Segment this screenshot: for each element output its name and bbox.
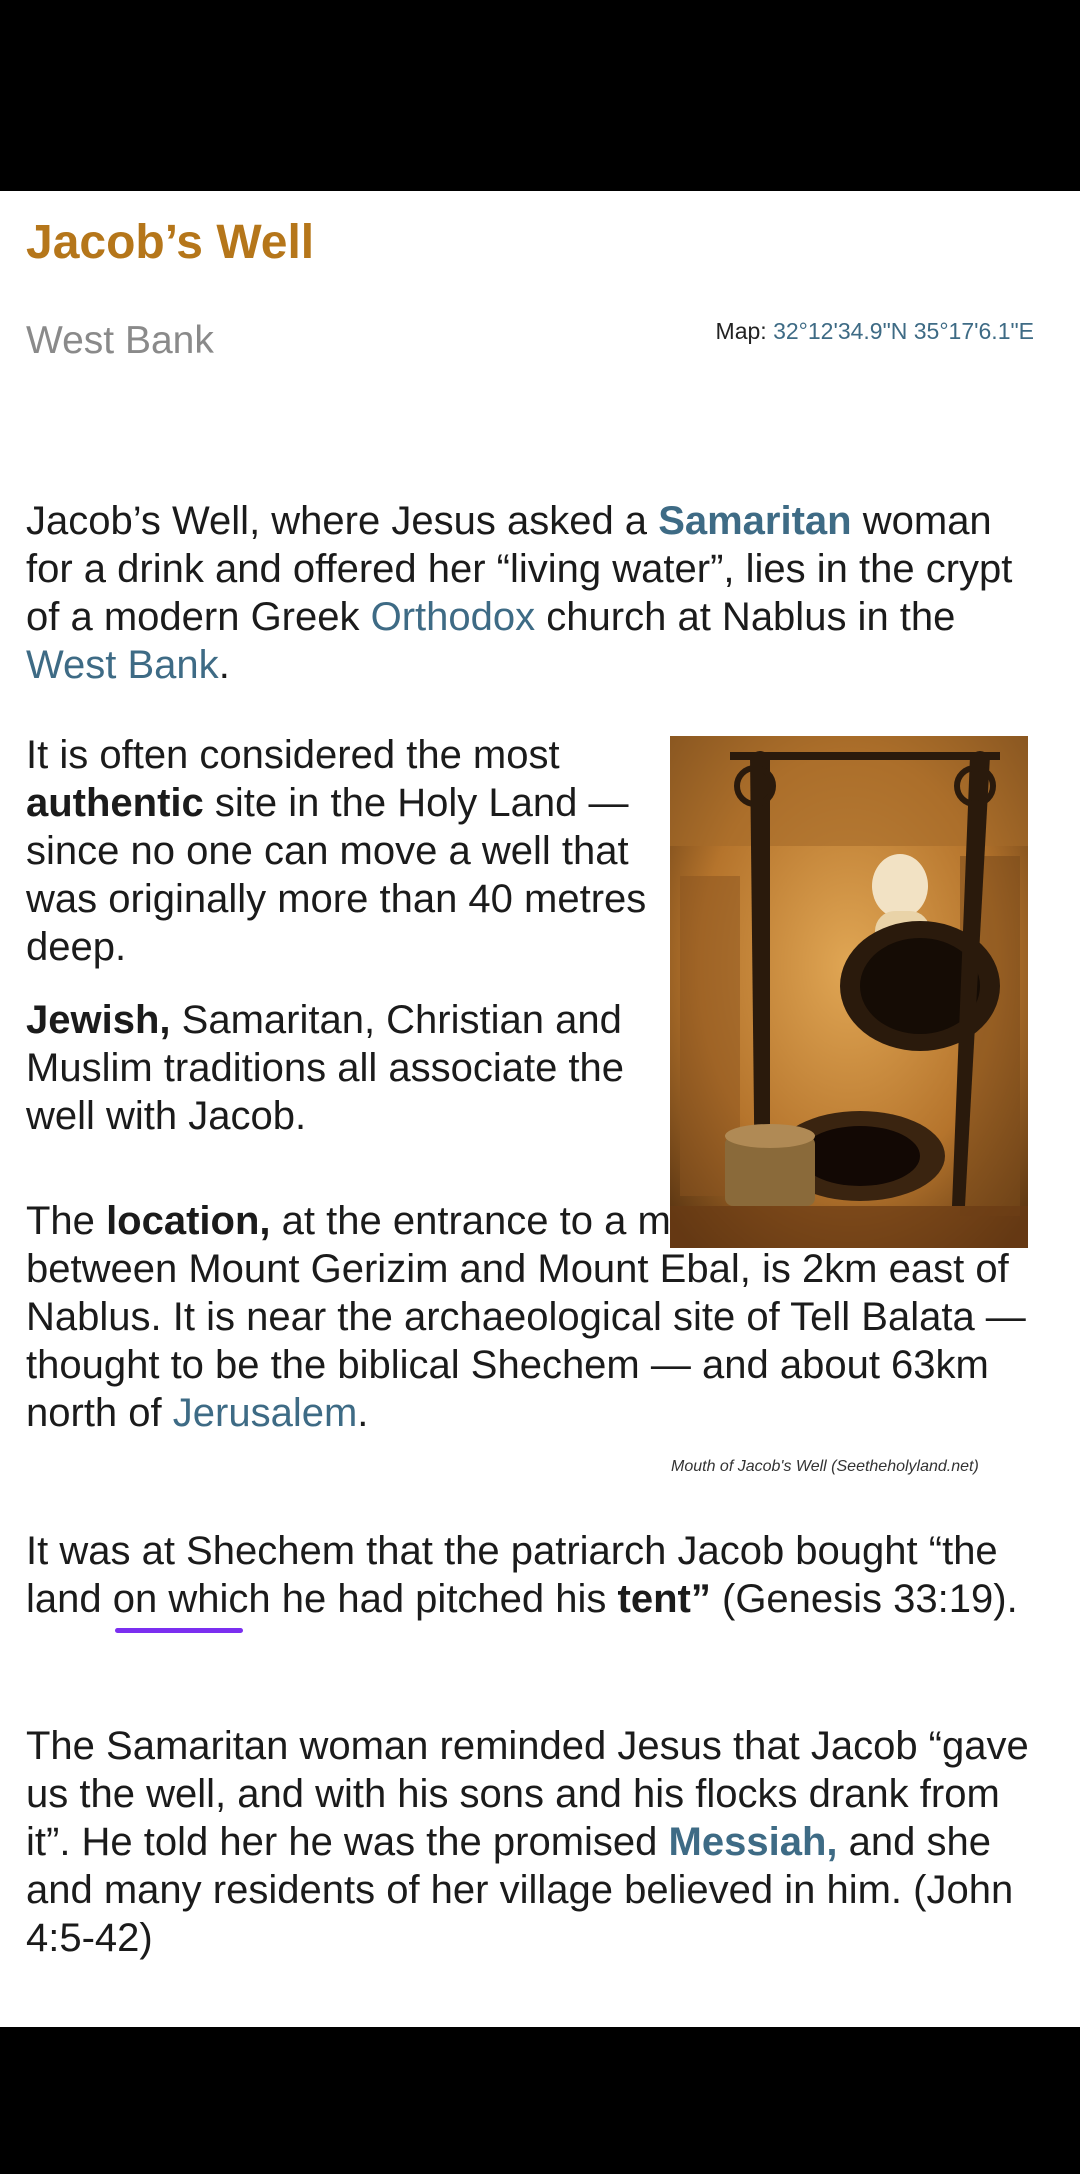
selection-underline [115,1628,243,1633]
top-black-bar [0,0,1080,191]
bottom-black-bar [0,2027,1080,2174]
bold-authentic: authentic [26,781,204,825]
link-orthodox[interactable]: Orthodox [371,595,536,639]
region-subtitle: West Bank [26,319,214,362]
page-title: Jacob’s Well [26,216,315,269]
map-coords-link[interactable]: 32°12'34.9"N 35°17'6.1"E [773,318,1034,344]
bold-tent: tent” [617,1577,711,1621]
paragraph-traditions: Jewish, Samaritan, Christian and Muslim … [26,998,625,1138]
paragraph-authentic: It is often considered the most authenti… [26,733,647,969]
bold-jewish: Jewish, [26,998,171,1042]
map-label: Map: [715,318,767,344]
link-messiah[interactable]: Messiah, [669,1820,838,1864]
photo-caption: Mouth of Jacob's Well (Seetheholyland.ne… [671,1458,979,1475]
bold-location: location, [106,1199,271,1243]
link-west-bank[interactable]: West Bank [26,643,219,687]
link-samaritan[interactable]: Samaritan [658,499,851,543]
link-jerusalem[interactable]: Jerusalem [173,1391,358,1435]
well-photo-icon [670,736,1028,1248]
paragraph-shechem: It was at Shechem that the patriarch Jac… [26,1529,1018,1621]
paragraph-samaritan-woman: The Samaritan woman reminded Jesus that … [26,1724,1029,1960]
map-coordinates: Map: 32°12'34.9"N 35°17'6.1"E [716,318,1034,345]
paragraph-intro: Jacob’s Well, where Jesus asked a Samari… [26,499,1013,687]
well-photo[interactable] [670,736,1028,1248]
article-page: Jacob’s Well West Bank Map: 32°12'34.9"N… [0,191,1080,2027]
